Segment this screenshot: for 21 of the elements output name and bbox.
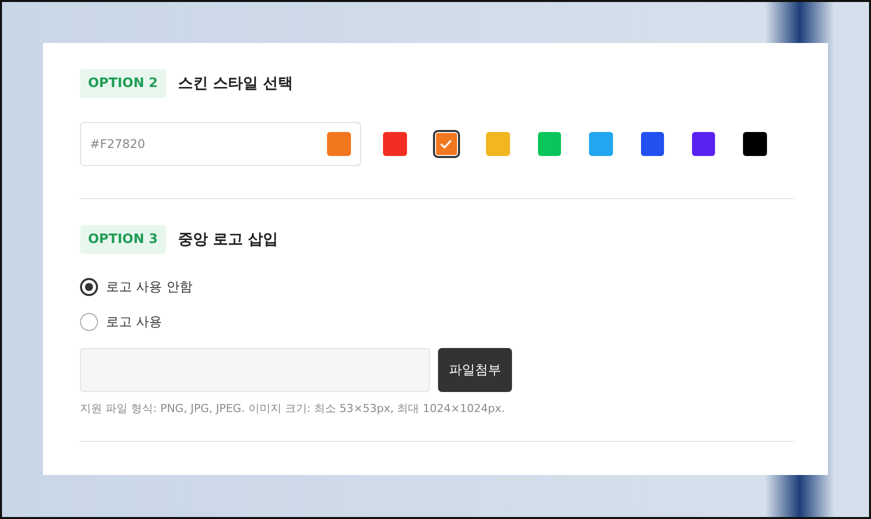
color-swatch[interactable]: [486, 132, 510, 156]
color-swatch[interactable]: [589, 132, 613, 156]
radio-button[interactable]: [80, 313, 98, 331]
section-title: 스킨 스타일 선택: [178, 74, 294, 93]
color-swatch[interactable]: [692, 132, 716, 156]
color-swatch[interactable]: [743, 132, 767, 156]
file-format-hint: 지원 파일 형식: PNG, JPG, JPEG. 이미지 크기: 최소 53×53px, 최대 1024×1024px.: [80, 401, 506, 417]
section-title: 중앙 로고 삽입: [178, 230, 278, 249]
radio-label[interactable]: 로고 사용 안함: [106, 278, 192, 296]
attach-file-button[interactable]: 파일첨부: [438, 348, 512, 392]
color-code-field[interactable]: #F27820: [80, 122, 362, 166]
color-swatch[interactable]: [640, 132, 664, 156]
check-icon: [440, 139, 452, 149]
radio-label[interactable]: 로고 사용: [106, 313, 162, 331]
file-input-field[interactable]: [80, 348, 430, 392]
option-badge: OPTION 3: [80, 225, 166, 254]
radio-button[interactable]: [80, 278, 98, 296]
color-swatch[interactable]: [434, 132, 458, 156]
color-swatch[interactable]: [538, 132, 562, 156]
color-swatch[interactable]: [383, 132, 407, 156]
option-badge: OPTION 2: [80, 69, 166, 98]
